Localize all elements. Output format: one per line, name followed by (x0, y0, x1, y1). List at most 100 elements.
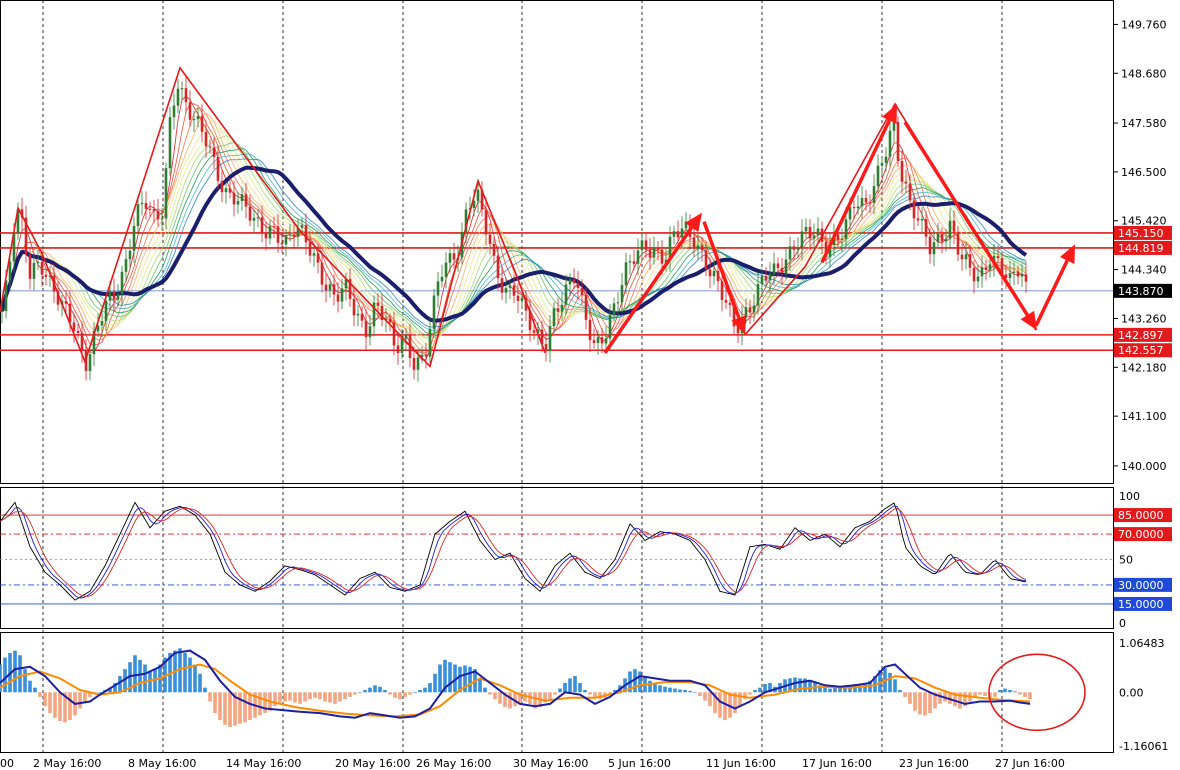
candle-body (72, 322, 76, 331)
candle-body (428, 328, 432, 357)
candle-body (592, 340, 596, 343)
candle-body (0, 310, 4, 312)
candle-body (76, 330, 80, 333)
x-tick-label: 8 May 16:00 (128, 757, 196, 770)
candle-body (644, 240, 648, 250)
macd-histogram-bar (298, 692, 302, 704)
macd-histogram-bar (218, 692, 222, 721)
x-tick-label: 14 May 16:00 (226, 757, 301, 770)
price-level-label: 142.557 (1118, 344, 1164, 357)
macd-histogram-bar (1018, 692, 1022, 695)
candle-body (248, 206, 252, 221)
candle-body (904, 181, 908, 184)
candle-body (568, 279, 572, 285)
candle-body (956, 231, 960, 255)
macd-histogram-bar (928, 692, 932, 714)
macd-histogram-bar (833, 687, 837, 693)
candle-body (868, 202, 872, 204)
candle-body (496, 255, 500, 279)
macd-histogram-bar (588, 692, 592, 695)
candle-body (392, 322, 396, 346)
candle-body (680, 228, 684, 238)
macd-histogram-bar (488, 692, 492, 695)
price-level-label: 142.897 (1118, 329, 1164, 342)
candle-body (864, 197, 868, 203)
candle-body (104, 300, 108, 321)
candle-body (692, 237, 696, 249)
candle-body (432, 295, 436, 329)
y-tick-label: 143.260 (1121, 312, 1167, 325)
macd-histogram-bar (563, 683, 567, 693)
macd-tick-label: -1.16061 (1119, 740, 1168, 753)
macd-histogram-bar (188, 657, 192, 693)
candle-body (780, 267, 784, 274)
candle-body (172, 105, 176, 118)
candle-body (640, 240, 644, 251)
macd-histogram-bar (1028, 692, 1032, 700)
macd-histogram-bar (393, 692, 397, 698)
candle-body (124, 259, 128, 272)
candle-body (1024, 274, 1028, 282)
candle-body (748, 307, 752, 313)
candle-body (144, 202, 148, 209)
macd-histogram-bar (413, 692, 417, 693)
price-level-label: 144.819 (1118, 242, 1164, 255)
macd-histogram-bar (888, 672, 892, 693)
candle-body (520, 297, 524, 301)
candle-body (164, 168, 168, 219)
macd-histogram-bar (208, 692, 212, 702)
macd-histogram-bar (308, 692, 312, 700)
candle-body (360, 313, 364, 321)
candle-body (924, 219, 928, 237)
candle-body (796, 248, 800, 250)
candle-body (996, 256, 1000, 259)
macd-histogram-bar (678, 689, 682, 693)
macd-histogram-bar (223, 692, 227, 725)
macd-histogram-bar (753, 689, 757, 693)
oscillator-level-label: 85.0000 (1118, 509, 1164, 522)
candle-body (596, 337, 600, 343)
oscillator-tick-label: 50 (1119, 554, 1133, 567)
macd-histogram-bar (688, 690, 692, 693)
macd-histogram-bar (638, 671, 642, 693)
macd-histogram-bar (993, 692, 997, 697)
candle-body (316, 253, 320, 263)
macd-histogram-bar (893, 679, 897, 693)
candle-body (560, 304, 564, 312)
candle-body (672, 231, 676, 237)
macd-histogram-bar (358, 692, 362, 693)
candle-body (712, 270, 716, 277)
macd-histogram-bar (438, 664, 442, 693)
candle-body (176, 88, 180, 106)
candle-body (284, 235, 288, 245)
candle-body (32, 263, 36, 279)
candle-body (340, 288, 344, 302)
candle-body (132, 225, 136, 251)
candle-body (960, 254, 964, 260)
candle-body (152, 208, 156, 212)
y-tick-label: 145.420 (1121, 215, 1167, 228)
macd-histogram-bar (903, 692, 907, 697)
candle-body (288, 234, 292, 236)
macd-histogram-bar (28, 680, 32, 693)
macd-histogram-bar (718, 692, 722, 718)
macd-histogram-bar (333, 692, 337, 704)
x-tick-label: 20 May 16:00 (335, 757, 410, 770)
trading-chart[interactable]: 145.150 144.819 142.897 142.557 143.870 85.0… (0, 0, 1180, 770)
candle-body (8, 261, 12, 281)
macd-histogram-bar (978, 692, 982, 695)
candle-body (604, 338, 608, 344)
candle-body (416, 357, 420, 370)
candle-body (844, 219, 848, 239)
oscillator-tick-label: 100 (1119, 490, 1140, 503)
candle-body (892, 121, 896, 131)
candle-body (816, 228, 820, 236)
macd-histogram-bar (323, 692, 327, 702)
macd-histogram-bar (1003, 688, 1007, 693)
macd-histogram-bar (348, 692, 352, 697)
macd-histogram-bar (703, 692, 707, 701)
macd-histogram-bar (18, 655, 22, 693)
x-tick-label: 00 (0, 757, 14, 770)
candle-body (508, 285, 512, 288)
candle-body (168, 117, 172, 169)
